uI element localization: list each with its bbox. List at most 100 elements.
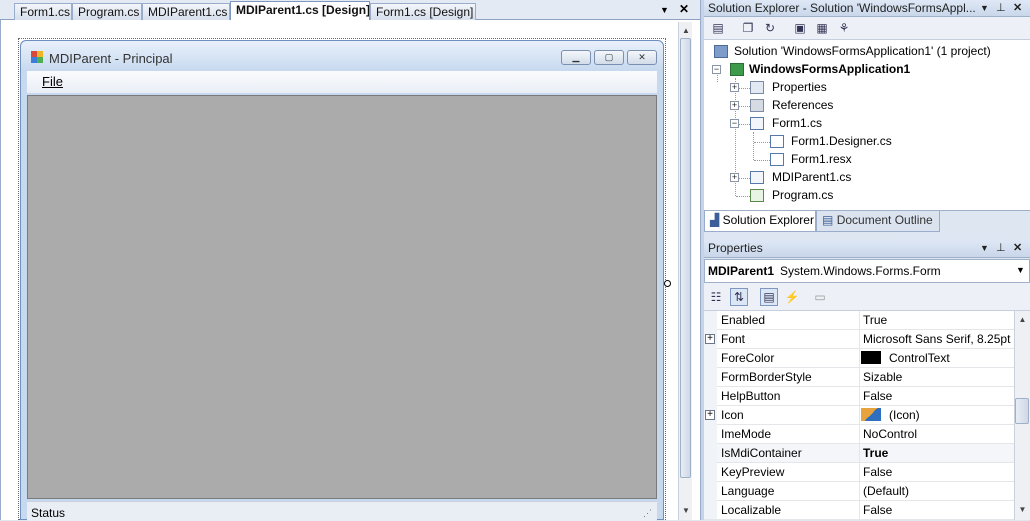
scroll-down-icon[interactable]: ▼ <box>1015 503 1030 517</box>
chevron-down-icon[interactable]: ▼ <box>660 5 669 15</box>
pin-icon[interactable]: ⊥ <box>996 1 1006 14</box>
prop-value[interactable]: True <box>863 446 888 460</box>
color-swatch <box>861 351 881 364</box>
pin-icon[interactable]: ⊥ <box>996 241 1006 254</box>
tab-document-outline[interactable]: ▤ Document Outline <box>816 211 940 232</box>
prop-value[interactable]: False <box>863 465 892 479</box>
collapse-icon[interactable]: − <box>712 65 721 74</box>
scroll-up-icon[interactable]: ▲ <box>1015 313 1030 327</box>
form-file-icon <box>750 117 764 130</box>
tab-label: Solution Explorer <box>722 213 814 227</box>
properties-folder-icon <box>750 81 764 94</box>
tree-item-label: Form1.cs <box>772 116 823 130</box>
prop-name: FormBorderStyle <box>721 370 812 384</box>
property-grid: Enabled True + Font Microsoft Sans Serif,… <box>704 311 1030 520</box>
prop-value-wrap[interactable]: (Icon) <box>861 408 920 422</box>
prop-row-forecolor[interactable]: ForeColor ControlText <box>704 349 1015 368</box>
alphabetical-icon[interactable]: ⇅ <box>730 288 748 306</box>
class-diagram-icon[interactable]: ⚘ <box>836 20 852 36</box>
solution-explorer-header: Solution Explorer - Solution 'WindowsFor… <box>704 0 1030 17</box>
prop-value[interactable]: False <box>863 389 892 403</box>
minimize-button[interactable]: ▁ <box>561 50 591 65</box>
prop-value[interactable]: Sizable <box>863 370 902 384</box>
close-button[interactable]: ✕ <box>627 50 657 65</box>
close-icon[interactable]: ✕ <box>679 2 689 16</box>
prop-value-wrap[interactable]: ControlText <box>861 351 950 365</box>
expand-icon[interactable]: + <box>705 410 715 420</box>
tab-solution-explorer[interactable]: ▟ Solution Explorer <box>704 211 816 232</box>
prop-value[interactable]: NoControl <box>863 427 917 441</box>
show-all-files-icon[interactable]: ❐ <box>740 20 756 36</box>
close-icon[interactable]: ✕ <box>1013 241 1022 254</box>
designer-scroll-thumb[interactable] <box>680 38 691 478</box>
form-titlebar: MDIParent - Principal ▁ ▢ ✕ <box>21 41 663 71</box>
document-tab-strip: Form1.cs Program.cs MDIParent1.cs MDIPar… <box>0 0 700 20</box>
solution-icon <box>714 45 728 58</box>
resize-grip-icon[interactable]: ⋰ <box>643 508 652 519</box>
collapse-icon[interactable]: − <box>730 119 739 128</box>
maximize-button[interactable]: ▢ <box>594 50 624 65</box>
prop-name: ImeMode <box>721 427 772 441</box>
prop-row-enabled[interactable]: Enabled True <box>704 311 1015 330</box>
menu-file[interactable]: File <box>42 74 63 89</box>
resource-file-icon <box>770 153 784 166</box>
tab-form1-design[interactable]: Form1.cs [Design] <box>370 3 476 20</box>
prop-value: (Icon) <box>889 408 920 422</box>
expand-icon[interactable]: + <box>705 334 715 344</box>
window-position-icon[interactable]: ▼ <box>980 243 989 253</box>
prop-name: IsMdiContainer <box>721 446 802 460</box>
chevron-down-icon[interactable]: ▼ <box>1016 265 1025 275</box>
properties-icon[interactable]: ▤ <box>710 20 726 36</box>
prop-row-ismdicontainer[interactable]: IsMdiContainer True <box>704 444 1015 463</box>
tab-program-cs[interactable]: Program.cs <box>72 3 142 20</box>
scroll-up-icon[interactable]: ▲ <box>679 24 693 38</box>
property-pages-icon[interactable]: ▭ <box>812 289 828 305</box>
tree-item-label: Solution 'WindowsFormsApplication1' (1 p… <box>734 44 991 58</box>
form-icon <box>31 51 43 63</box>
refresh-icon[interactable]: ↻ <box>762 20 778 36</box>
properties-toolbar: ☷ ⇅ ▤ ⚡ ▭ <box>704 283 1030 311</box>
tree-item-label: MDIParent1.cs <box>772 170 852 184</box>
prop-row-icon[interactable]: + Icon (Icon) <box>704 406 1015 425</box>
tree-item-label: Program.cs <box>772 188 834 202</box>
solution-explorer-tabs: ▟ Solution Explorer ▤ Document Outline <box>704 210 1030 234</box>
prop-row-imemode[interactable]: ImeMode NoControl <box>704 425 1015 444</box>
categorized-icon[interactable]: ☷ <box>708 289 724 305</box>
close-icon[interactable]: ✕ <box>1013 1 1022 14</box>
solution-explorer-title: Solution Explorer - Solution 'WindowsFor… <box>708 1 976 15</box>
properties-view-icon[interactable]: ▤ <box>760 288 778 306</box>
form-title: MDIParent - Principal <box>49 51 173 66</box>
prop-value[interactable]: (Default) <box>863 484 909 498</box>
csharp-file-icon <box>750 189 764 202</box>
prop-row-font[interactable]: + Font Microsoft Sans Serif, 8.25pt <box>704 330 1015 349</box>
prop-row-keypreview[interactable]: KeyPreview False <box>704 463 1015 482</box>
tab-form1-cs[interactable]: Form1.cs <box>14 3 72 20</box>
events-icon[interactable]: ⚡ <box>784 289 800 305</box>
document-outline-icon: ▤ <box>822 213 834 227</box>
scroll-down-icon[interactable]: ▼ <box>679 504 693 518</box>
object-selector[interactable]: MDIParent1 System.Windows.Forms.Form ▼ <box>704 259 1030 283</box>
prop-row-language[interactable]: Language (Default) <box>704 482 1015 501</box>
tree-item-label: References <box>772 98 834 112</box>
resize-handle[interactable] <box>664 280 671 287</box>
tab-mdiparent1-design[interactable]: MDIParent1.cs [Design] <box>230 1 370 20</box>
mdi-parent-form[interactable]: MDIParent - Principal ▁ ▢ ✕ File Status … <box>20 40 664 521</box>
tab-mdiparent1-cs[interactable]: MDIParent1.cs <box>142 3 230 20</box>
expand-icon[interactable]: + <box>730 83 739 92</box>
expand-icon[interactable]: + <box>730 173 739 182</box>
view-code-icon[interactable]: ▣ <box>792 20 808 36</box>
expand-icon[interactable]: + <box>730 101 739 110</box>
prop-value[interactable]: True <box>863 313 887 327</box>
form-menu-strip: File <box>27 71 657 93</box>
prop-row-formborderstyle[interactable]: FormBorderStyle Sizable <box>704 368 1015 387</box>
properties-scroll-thumb[interactable] <box>1015 398 1029 424</box>
prop-value[interactable]: False <box>863 503 892 517</box>
prop-row-helpbutton[interactable]: HelpButton False <box>704 387 1015 406</box>
window-position-icon[interactable]: ▼ <box>980 3 989 13</box>
prop-name: Enabled <box>721 313 766 327</box>
prop-name: ForeColor <box>721 351 775 365</box>
prop-row-localizable[interactable]: Localizable False <box>704 501 1015 520</box>
prop-value[interactable]: Microsoft Sans Serif, 8.25pt <box>863 332 1010 346</box>
solution-explorer-toolbar: ▤ ❐ ↻ ▣ ▦ ⚘ <box>704 17 1030 40</box>
view-designer-icon[interactable]: ▦ <box>814 20 830 36</box>
